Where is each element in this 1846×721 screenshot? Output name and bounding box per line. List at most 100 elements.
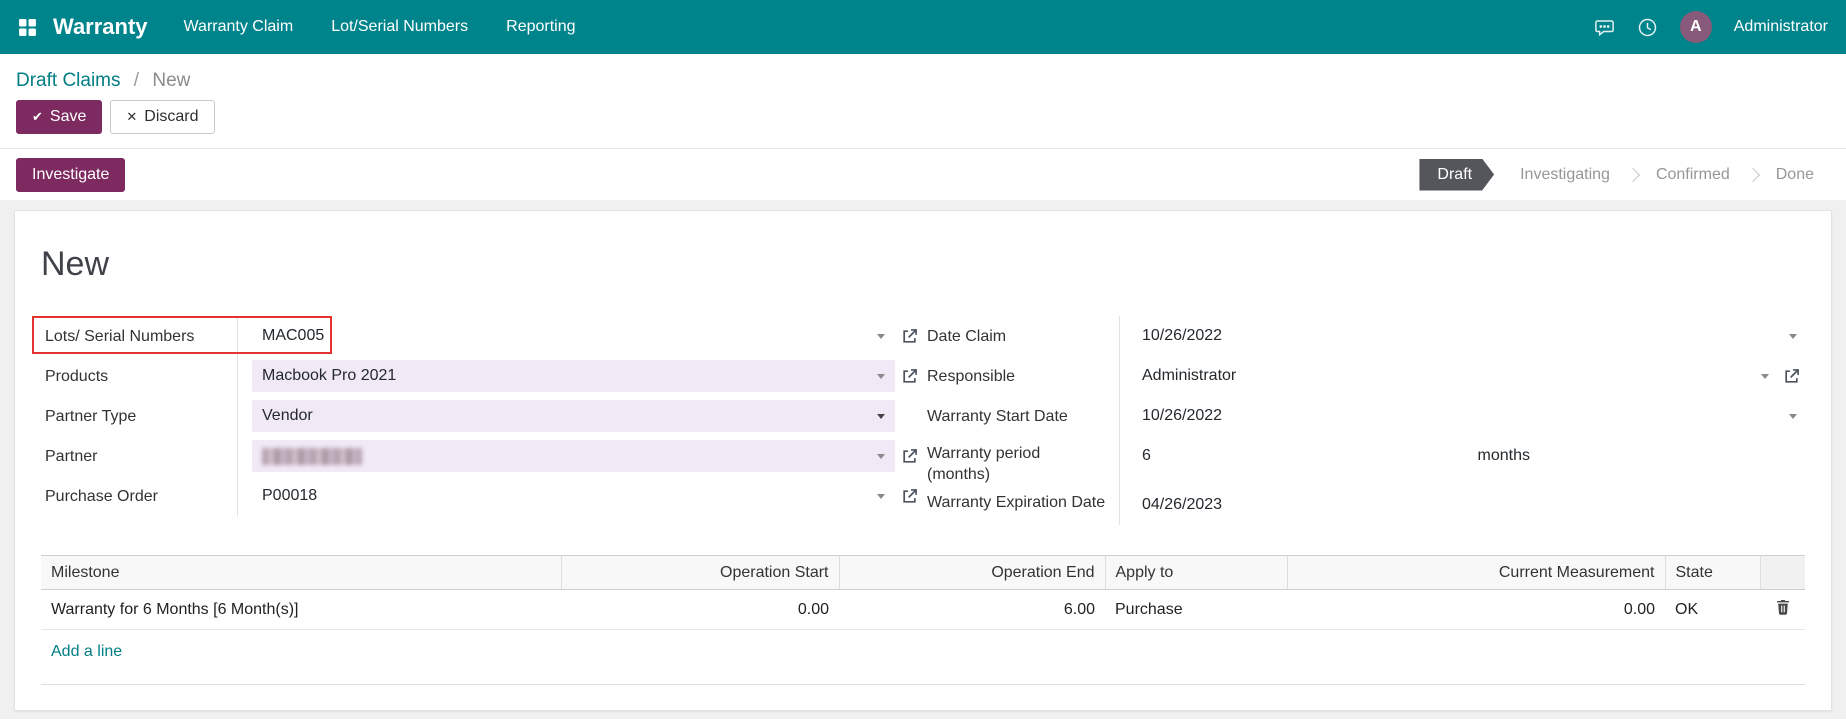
select-chevron-icon[interactable] [877,414,885,419]
messages-icon[interactable] [1594,17,1615,38]
dropdown-caret-icon[interactable] [1789,414,1797,419]
field-label: Warranty Expiration Date [923,485,1119,513]
form-sheet: New Lots/ Serial Numbers MAC005 [14,210,1832,711]
cross-icon: ✕ [126,109,137,125]
discard-button[interactable]: ✕ Discard [110,100,214,134]
header-current-measurement[interactable]: Current Measurement [1287,556,1665,590]
investigate-button-label: Investigate [32,166,109,184]
menu-item-reporting[interactable]: Reporting [506,18,575,36]
discard-button-label: Discard [144,108,198,126]
cell-operation-end[interactable]: 6.00 [839,590,1105,630]
warranty-start-date-value: 10/26/2022 [1142,407,1222,425]
stage-investigating[interactable]: Investigating [1504,159,1626,191]
header-operation-start[interactable]: Operation Start [561,556,839,590]
breadcrumb-draft-claims[interactable]: Draft Claims [16,70,121,91]
partner-value-redacted [262,448,362,465]
field-warranty-start-date: Warranty Start Date 10/26/2022 [923,396,1805,436]
dropdown-caret-icon[interactable] [1789,334,1797,339]
dropdown-caret-icon[interactable] [1761,374,1769,379]
header-state[interactable]: State [1665,556,1760,590]
products-value: Macbook Pro 2021 [262,367,396,385]
menu-item-warranty-claim[interactable]: Warranty Claim [184,18,294,36]
field-lots-serial-numbers: Lots/ Serial Numbers MAC005 [41,316,923,356]
dropdown-caret-icon[interactable] [877,374,885,379]
user-name[interactable]: Administrator [1734,18,1828,36]
activities-clock-icon[interactable] [1637,17,1658,38]
save-button-label: Save [50,108,86,126]
cell-state[interactable]: OK [1665,590,1760,630]
products-input[interactable]: Macbook Pro 2021 [252,360,895,392]
stage-draft[interactable]: Draft [1419,159,1494,191]
save-button[interactable]: ✔ Save [16,100,102,134]
partner-input[interactable] [252,440,895,472]
cell-milestone[interactable]: Warranty for 6 Months [6 Month(s)] [41,590,561,630]
cell-operation-start[interactable]: 0.00 [561,590,839,630]
apps-menu-icon[interactable] [18,18,37,37]
dropdown-caret-icon[interactable] [877,334,885,339]
header-apply-to[interactable]: Apply to [1105,556,1287,590]
section-divider [41,684,1805,685]
external-link-icon[interactable] [895,368,923,385]
dropdown-caret-icon[interactable] [877,454,885,459]
breadcrumb: Draft Claims / New [0,54,1846,100]
date-claim-input[interactable]: 10/26/2022 [1134,320,1805,352]
add-a-line-link[interactable]: Add a line [51,643,122,660]
user-avatar[interactable]: A [1680,11,1712,43]
field-label: Warranty period (months) [923,436,1119,485]
add-line-row: Add a line [41,630,1805,670]
field-responsible: Responsible Administrator [923,356,1805,396]
delete-row-icon[interactable] [1775,599,1791,615]
chevron-right-icon [1626,167,1640,181]
field-partner-type: Partner Type Vendor [41,396,923,436]
table-row[interactable]: Warranty for 6 Months [6 Month(s)] 0.00 … [41,590,1805,630]
chevron-right-icon [1746,167,1760,181]
dropdown-caret-icon[interactable] [877,494,885,499]
external-link-icon[interactable] [1777,368,1805,385]
partner-type-value: Vendor [262,407,313,425]
purchase-order-value: P00018 [262,487,317,505]
partner-type-select[interactable]: Vendor [252,400,895,432]
warranty-start-date-input[interactable]: 10/26/2022 [1134,400,1805,432]
breadcrumb-current: New [152,70,190,91]
field-label: Partner [41,446,237,467]
field-label: Date Claim [923,326,1119,347]
app-title[interactable]: Warranty [53,14,148,40]
lots-serial-numbers-value: MAC005 [262,327,324,345]
field-date-claim: Date Claim 10/26/2022 [923,316,1805,356]
field-warranty-expiration-date: Warranty Expiration Date 04/26/2023 [923,485,1805,525]
date-claim-value: 10/26/2022 [1142,327,1222,345]
warranty-period-unit: months [1478,447,1530,465]
header-operation-end[interactable]: Operation End [839,556,1105,590]
field-label: Purchase Order [41,486,237,507]
stage-done[interactable]: Done [1760,159,1830,191]
field-label: Lots/ Serial Numbers [41,326,237,347]
lots-serial-numbers-input[interactable]: MAC005 [252,320,895,352]
investigate-button[interactable]: Investigate [16,158,125,192]
statusbar: Investigate Draft Investigating Confirme… [0,148,1846,200]
external-link-icon[interactable] [895,488,923,505]
cell-current-measurement[interactable]: 0.00 [1287,590,1665,630]
record-toolbar: ✔ Save ✕ Discard [0,100,1846,148]
external-link-icon[interactable] [895,448,923,465]
responsible-input[interactable]: Administrator [1134,360,1777,392]
warranty-period-value: 6 [1142,447,1151,465]
purchase-order-input[interactable]: P00018 [252,480,895,512]
content-area: New Lots/ Serial Numbers MAC005 [0,200,1846,719]
stage-confirmed[interactable]: Confirmed [1640,159,1746,191]
header-milestone[interactable]: Milestone [41,556,561,590]
menu-item-lot-serial-numbers[interactable]: Lot/Serial Numbers [331,18,468,36]
field-purchase-order: Purchase Order P00018 [41,476,923,516]
field-label: Responsible [923,366,1119,387]
cell-apply-to[interactable]: Purchase [1105,590,1287,630]
field-label: Products [41,366,237,387]
external-link-icon[interactable] [895,328,923,345]
warranty-period-suffix-wrap: months [1470,440,1806,472]
warranty-expiration-date-value: 04/26/2023 [1134,489,1805,521]
header-actions[interactable] [1760,556,1805,590]
breadcrumb-separator: / [134,70,139,91]
warranty-period-input[interactable]: 6 [1134,440,1470,472]
record-title: New [41,245,1805,284]
stage-pipeline: Draft Investigating Confirmed Done [1419,159,1830,191]
form-right-column: Date Claim 10/26/2022 Responsible Admini… [923,316,1805,525]
table-header-row: Milestone Operation Start Operation End … [41,556,1805,590]
